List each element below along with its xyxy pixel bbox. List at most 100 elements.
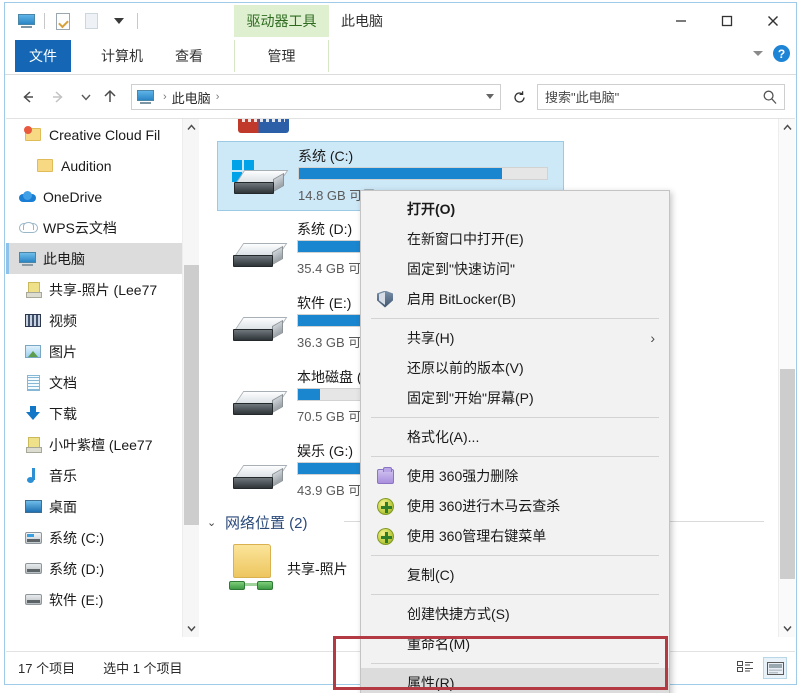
sidebar-item-label: 小叶紫檀 (Lee77 bbox=[49, 435, 152, 455]
menu-item-enable-bitlocker[interactable]: 启用 BitLocker(B) bbox=[361, 284, 669, 314]
this-pc-icon[interactable] bbox=[13, 9, 39, 33]
properties-icon[interactable] bbox=[50, 9, 76, 33]
system-drive-icon bbox=[24, 529, 42, 547]
maximize-button[interactable] bbox=[704, 3, 750, 39]
sidebar-item-label: 下载 bbox=[49, 404, 77, 424]
menu-item-open-new-window[interactable]: 在新窗口中打开(E) bbox=[361, 224, 669, 254]
menu-item-label: 还原以前的版本(V) bbox=[407, 358, 524, 378]
scroll-down-icon[interactable] bbox=[183, 620, 199, 637]
content-scrollbar[interactable] bbox=[778, 119, 795, 637]
sidebar-item-music[interactable]: 音乐 bbox=[6, 460, 199, 491]
menu-item-share[interactable]: 共享(H) › bbox=[361, 323, 669, 353]
tab-file[interactable]: 文件 bbox=[15, 40, 71, 72]
view-mode-buttons bbox=[733, 657, 787, 679]
sidebar-scroll-thumb[interactable] bbox=[184, 265, 199, 525]
menu-item-create-shortcut[interactable]: 创建快捷方式(S) bbox=[361, 599, 669, 629]
sidebar-item-label: 桌面 bbox=[49, 497, 77, 517]
tab-computer[interactable]: 计算机 bbox=[89, 40, 155, 72]
drive-label: 系统 (D:) bbox=[297, 219, 352, 239]
menu-item-360-trojan-scan[interactable]: 使用 360进行木马云查杀 bbox=[361, 491, 669, 521]
chevron-down-icon[interactable] bbox=[753, 51, 763, 56]
qat-divider-1 bbox=[44, 13, 45, 29]
sidebar-item-software-e[interactable]: 软件 (E:) bbox=[6, 584, 199, 615]
sidebar-item-pictures[interactable]: 图片 bbox=[6, 336, 199, 367]
scroll-up-icon[interactable] bbox=[779, 119, 795, 136]
menu-item-pin-to-quick-access[interactable]: 固定到"快速访问" bbox=[361, 254, 669, 284]
refresh-button[interactable] bbox=[507, 84, 531, 110]
sidebar-item-videos[interactable]: 视频 bbox=[6, 305, 199, 336]
search-input[interactable] bbox=[538, 90, 756, 105]
sidebar-item-label: 软件 (E:) bbox=[49, 590, 103, 610]
sidebar-item-audition[interactable]: Audition bbox=[6, 150, 199, 181]
status-selection-count: 选中 1 个项目 bbox=[103, 658, 182, 677]
scroll-up-icon[interactable] bbox=[183, 119, 199, 136]
help-icon[interactable]: ? bbox=[773, 45, 790, 62]
customize-icon[interactable] bbox=[106, 9, 132, 33]
window-title-text: 此电脑 bbox=[341, 11, 383, 31]
menu-item-restore-previous-versions[interactable]: 还原以前的版本(V) bbox=[361, 353, 669, 383]
large-icons-view-icon[interactable] bbox=[763, 657, 787, 679]
address-bar[interactable]: › 此电脑 › bbox=[131, 84, 501, 110]
group-header-network-locations[interactable]: ⌄ 网络位置 (2) bbox=[207, 512, 308, 533]
menu-separator bbox=[371, 663, 659, 664]
sidebar-item-creative-cloud-files[interactable]: Creative Cloud Fil bbox=[6, 119, 199, 150]
sidebar-item-onedrive[interactable]: OneDrive bbox=[6, 181, 199, 212]
new-folder-icon[interactable] bbox=[78, 9, 104, 33]
menu-item-open[interactable]: 打开(O) bbox=[361, 194, 669, 224]
sidebar-item-documents[interactable]: 文档 bbox=[6, 367, 199, 398]
tab-view[interactable]: 查看 bbox=[163, 40, 215, 72]
menu-item-360-manage-context-menu[interactable]: 使用 360管理右键菜单 bbox=[361, 521, 669, 551]
close-button[interactable] bbox=[750, 3, 796, 39]
sidebar-item-wps-cloud[interactable]: WPS云文档 bbox=[6, 212, 199, 243]
menu-item-label: 打开(O) bbox=[407, 199, 455, 219]
sidebar-item-label: 共享-照片 (Lee77 bbox=[49, 280, 157, 300]
minimize-button[interactable] bbox=[658, 3, 704, 39]
capacity-bar bbox=[298, 167, 548, 180]
sidebar-item-label: Creative Cloud Fil bbox=[49, 127, 160, 143]
contextual-tab-drive-tools[interactable]: 驱动器工具 bbox=[234, 5, 329, 37]
details-view-icon[interactable] bbox=[733, 657, 757, 679]
sidebar-item-system-c[interactable]: 系统 (C:) bbox=[6, 522, 199, 553]
sidebar-item-downloads[interactable]: 下载 bbox=[6, 398, 199, 429]
menu-item-label: 固定到"快速访问" bbox=[407, 259, 515, 279]
search-box[interactable] bbox=[537, 84, 785, 110]
tab-computer-label: 计算机 bbox=[101, 46, 143, 66]
sidebar-item-shared-photos[interactable]: 共享-照片 (Lee77 bbox=[6, 274, 199, 305]
chevron-down-icon[interactable]: ⌄ bbox=[207, 516, 221, 529]
sidebar-scrollbar[interactable] bbox=[182, 119, 199, 637]
sidebar-item-xiaoye-zitan[interactable]: 小叶紫檀 (Lee77 bbox=[6, 429, 199, 460]
search-icon[interactable] bbox=[756, 89, 784, 105]
menu-item-label: 固定到"开始"屏幕(P) bbox=[407, 388, 534, 408]
content-scroll-thumb[interactable] bbox=[780, 369, 795, 579]
sidebar-item-label: 此电脑 bbox=[43, 249, 85, 269]
recent-locations-button[interactable] bbox=[73, 84, 99, 110]
menu-item-properties[interactable]: 属性(R) bbox=[361, 668, 669, 693]
back-button[interactable] bbox=[15, 84, 41, 110]
sidebar-item-label: 图片 bbox=[49, 342, 77, 362]
tab-manage-label: 管理 bbox=[268, 46, 296, 66]
sidebar-item-system-d[interactable]: 系统 (D:) bbox=[6, 553, 199, 584]
sidebar-item-label: 视频 bbox=[49, 311, 77, 331]
sidebar-item-this-pc[interactable]: 此电脑 bbox=[6, 243, 199, 274]
menu-item-format[interactable]: 格式化(A)... bbox=[361, 422, 669, 452]
address-dropdown-icon[interactable] bbox=[486, 94, 494, 99]
breadcrumb-separator-1[interactable]: › bbox=[216, 91, 220, 103]
ribbon-right-controls: ? bbox=[753, 45, 790, 62]
sidebar-item-desktop[interactable]: 桌面 bbox=[6, 491, 199, 522]
this-pc-icon bbox=[18, 250, 36, 268]
tab-manage[interactable]: 管理 bbox=[234, 40, 329, 72]
breadcrumb-separator-0: › bbox=[163, 91, 167, 103]
system-drive-icon bbox=[232, 160, 288, 200]
folder-icon bbox=[36, 157, 54, 175]
menu-item-pin-to-start[interactable]: 固定到"开始"屏幕(P) bbox=[361, 383, 669, 413]
window-title: 此电脑 bbox=[341, 3, 383, 39]
menu-item-copy[interactable]: 复制(C) bbox=[361, 560, 669, 590]
menu-item-label: 使用 360管理右键菜单 bbox=[407, 526, 546, 546]
scroll-down-icon[interactable] bbox=[779, 620, 795, 637]
menu-item-rename[interactable]: 重命名(M) bbox=[361, 629, 669, 659]
breadcrumb-item-this-pc[interactable]: 此电脑 bbox=[172, 88, 211, 107]
up-button[interactable] bbox=[97, 84, 123, 110]
network-item-label[interactable]: 共享-照片 bbox=[287, 559, 348, 579]
forward-button[interactable] bbox=[45, 84, 71, 110]
menu-item-360-shred[interactable]: 使用 360强力删除 bbox=[361, 461, 669, 491]
